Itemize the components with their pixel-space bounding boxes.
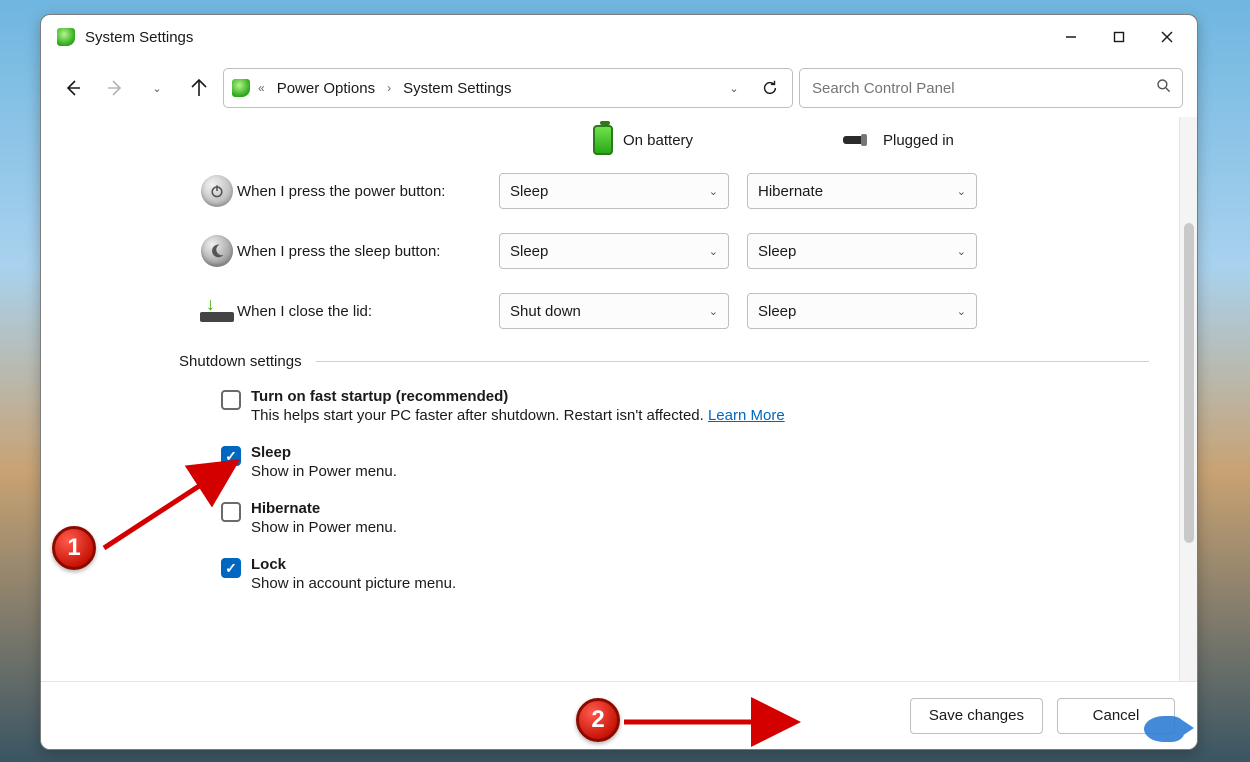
address-app-icon bbox=[232, 79, 250, 97]
search-icon[interactable] bbox=[1156, 78, 1172, 98]
nav-row: ⌄ « Power Options › System Settings ⌄ bbox=[41, 59, 1197, 117]
learn-more-link[interactable]: Learn More bbox=[708, 407, 785, 424]
chevron-down-icon: ⌄ bbox=[152, 82, 161, 95]
select-value: Sleep bbox=[758, 243, 796, 260]
chevron-down-icon: ⌄ bbox=[729, 82, 738, 95]
plug-icon bbox=[843, 132, 873, 148]
sleep-checkbox[interactable] bbox=[221, 446, 241, 466]
search-input[interactable] bbox=[810, 79, 1156, 98]
sleep-option-row: Sleep Show in Power menu. bbox=[221, 444, 1149, 496]
arrow-left-icon bbox=[63, 78, 83, 98]
content-area: On battery Plugged in When I press the p… bbox=[41, 117, 1197, 681]
address-dropdown-button[interactable]: ⌄ bbox=[720, 74, 748, 102]
chevron-down-icon: ⌄ bbox=[957, 245, 966, 258]
section-title: Shutdown settings bbox=[179, 353, 302, 370]
recent-locations-button[interactable]: ⌄ bbox=[139, 70, 175, 106]
refresh-icon bbox=[761, 79, 779, 97]
plugged-in-label: Plugged in bbox=[883, 132, 954, 149]
fast-startup-checkbox[interactable] bbox=[221, 390, 241, 410]
address-bar[interactable]: « Power Options › System Settings ⌄ bbox=[223, 68, 793, 108]
chevron-down-icon: ⌄ bbox=[957, 305, 966, 318]
select-value: Sleep bbox=[510, 243, 548, 260]
divider bbox=[316, 361, 1149, 362]
power-button-label: When I press the power button: bbox=[237, 183, 499, 200]
chevron-right-icon: › bbox=[387, 81, 391, 95]
select-value: Hibernate bbox=[758, 183, 823, 200]
power-button-plugged-select[interactable]: Hibernate ⌄ bbox=[747, 173, 977, 209]
lid-row: ↓ When I close the lid: Shut down ⌄ Slee… bbox=[197, 293, 1149, 329]
refresh-button[interactable] bbox=[756, 74, 784, 102]
lid-plugged-select[interactable]: Sleep ⌄ bbox=[747, 293, 977, 329]
breadcrumb-item[interactable]: Power Options bbox=[273, 78, 379, 99]
on-battery-label: On battery bbox=[623, 132, 693, 149]
chevron-down-icon: ⌄ bbox=[709, 245, 718, 258]
up-button[interactable] bbox=[181, 70, 217, 106]
fast-startup-desc: This helps start your PC faster after sh… bbox=[251, 407, 708, 424]
arrow-right-icon bbox=[105, 78, 125, 98]
titlebar: System Settings bbox=[41, 15, 1197, 59]
sleep-button-label: When I press the sleep button: bbox=[237, 243, 499, 260]
scrollbar-thumb[interactable] bbox=[1184, 223, 1194, 543]
lock-option-row: Lock Show in account picture menu. bbox=[221, 556, 1149, 608]
maximize-button[interactable] bbox=[1095, 18, 1143, 56]
select-value: Sleep bbox=[510, 183, 548, 200]
chevron-down-icon: ⌄ bbox=[957, 185, 966, 198]
fast-startup-title: Turn on fast startup (recommended) bbox=[251, 388, 785, 405]
back-button[interactable] bbox=[55, 70, 91, 106]
system-settings-window: System Settings ⌄ « Power Options › bbox=[40, 14, 1198, 750]
shutdown-settings-header: Shutdown settings bbox=[179, 353, 1149, 370]
lid-battery-select[interactable]: Shut down ⌄ bbox=[499, 293, 729, 329]
lid-label: When I close the lid: bbox=[237, 303, 499, 320]
scrollbar[interactable] bbox=[1179, 117, 1197, 681]
hibernate-option-row: Hibernate Show in Power menu. bbox=[221, 500, 1149, 552]
power-button-battery-select[interactable]: Sleep ⌄ bbox=[499, 173, 729, 209]
hibernate-desc: Show in Power menu. bbox=[251, 519, 397, 536]
app-icon bbox=[57, 28, 75, 46]
arrow-up-icon bbox=[189, 78, 209, 98]
hibernate-title: Hibernate bbox=[251, 500, 397, 517]
window-title: System Settings bbox=[85, 29, 193, 46]
chevron-down-icon: ⌄ bbox=[709, 305, 718, 318]
column-headers: On battery Plugged in bbox=[593, 125, 1149, 155]
breadcrumb-item[interactable]: System Settings bbox=[399, 78, 515, 99]
lid-icon: ↓ bbox=[200, 300, 234, 322]
battery-icon bbox=[593, 125, 613, 155]
close-button[interactable] bbox=[1143, 18, 1191, 56]
select-value: Sleep bbox=[758, 303, 796, 320]
search-box[interactable] bbox=[799, 68, 1183, 108]
sleep-desc: Show in Power menu. bbox=[251, 463, 397, 480]
sleep-title: Sleep bbox=[251, 444, 397, 461]
cancel-button[interactable]: Cancel bbox=[1057, 698, 1175, 734]
lock-checkbox[interactable] bbox=[221, 558, 241, 578]
power-button-icon bbox=[201, 175, 233, 207]
footer: Save changes Cancel bbox=[41, 681, 1197, 749]
forward-button[interactable] bbox=[97, 70, 133, 106]
lock-desc: Show in account picture menu. bbox=[251, 575, 456, 592]
fast-startup-row: Turn on fast startup (recommended) This … bbox=[221, 388, 1149, 440]
lock-title: Lock bbox=[251, 556, 456, 573]
save-changes-button[interactable]: Save changes bbox=[910, 698, 1043, 734]
select-value: Shut down bbox=[510, 303, 581, 320]
sleep-button-icon bbox=[201, 235, 233, 267]
chevron-down-icon: ⌄ bbox=[709, 185, 718, 198]
sleep-button-row: When I press the sleep button: Sleep ⌄ S… bbox=[197, 233, 1149, 269]
power-button-row: When I press the power button: Sleep ⌄ H… bbox=[197, 173, 1149, 209]
sleep-button-plugged-select[interactable]: Sleep ⌄ bbox=[747, 233, 977, 269]
minimize-button[interactable] bbox=[1047, 18, 1095, 56]
hibernate-checkbox[interactable] bbox=[221, 502, 241, 522]
breadcrumb-ellipsis: « bbox=[258, 81, 265, 95]
sleep-button-battery-select[interactable]: Sleep ⌄ bbox=[499, 233, 729, 269]
